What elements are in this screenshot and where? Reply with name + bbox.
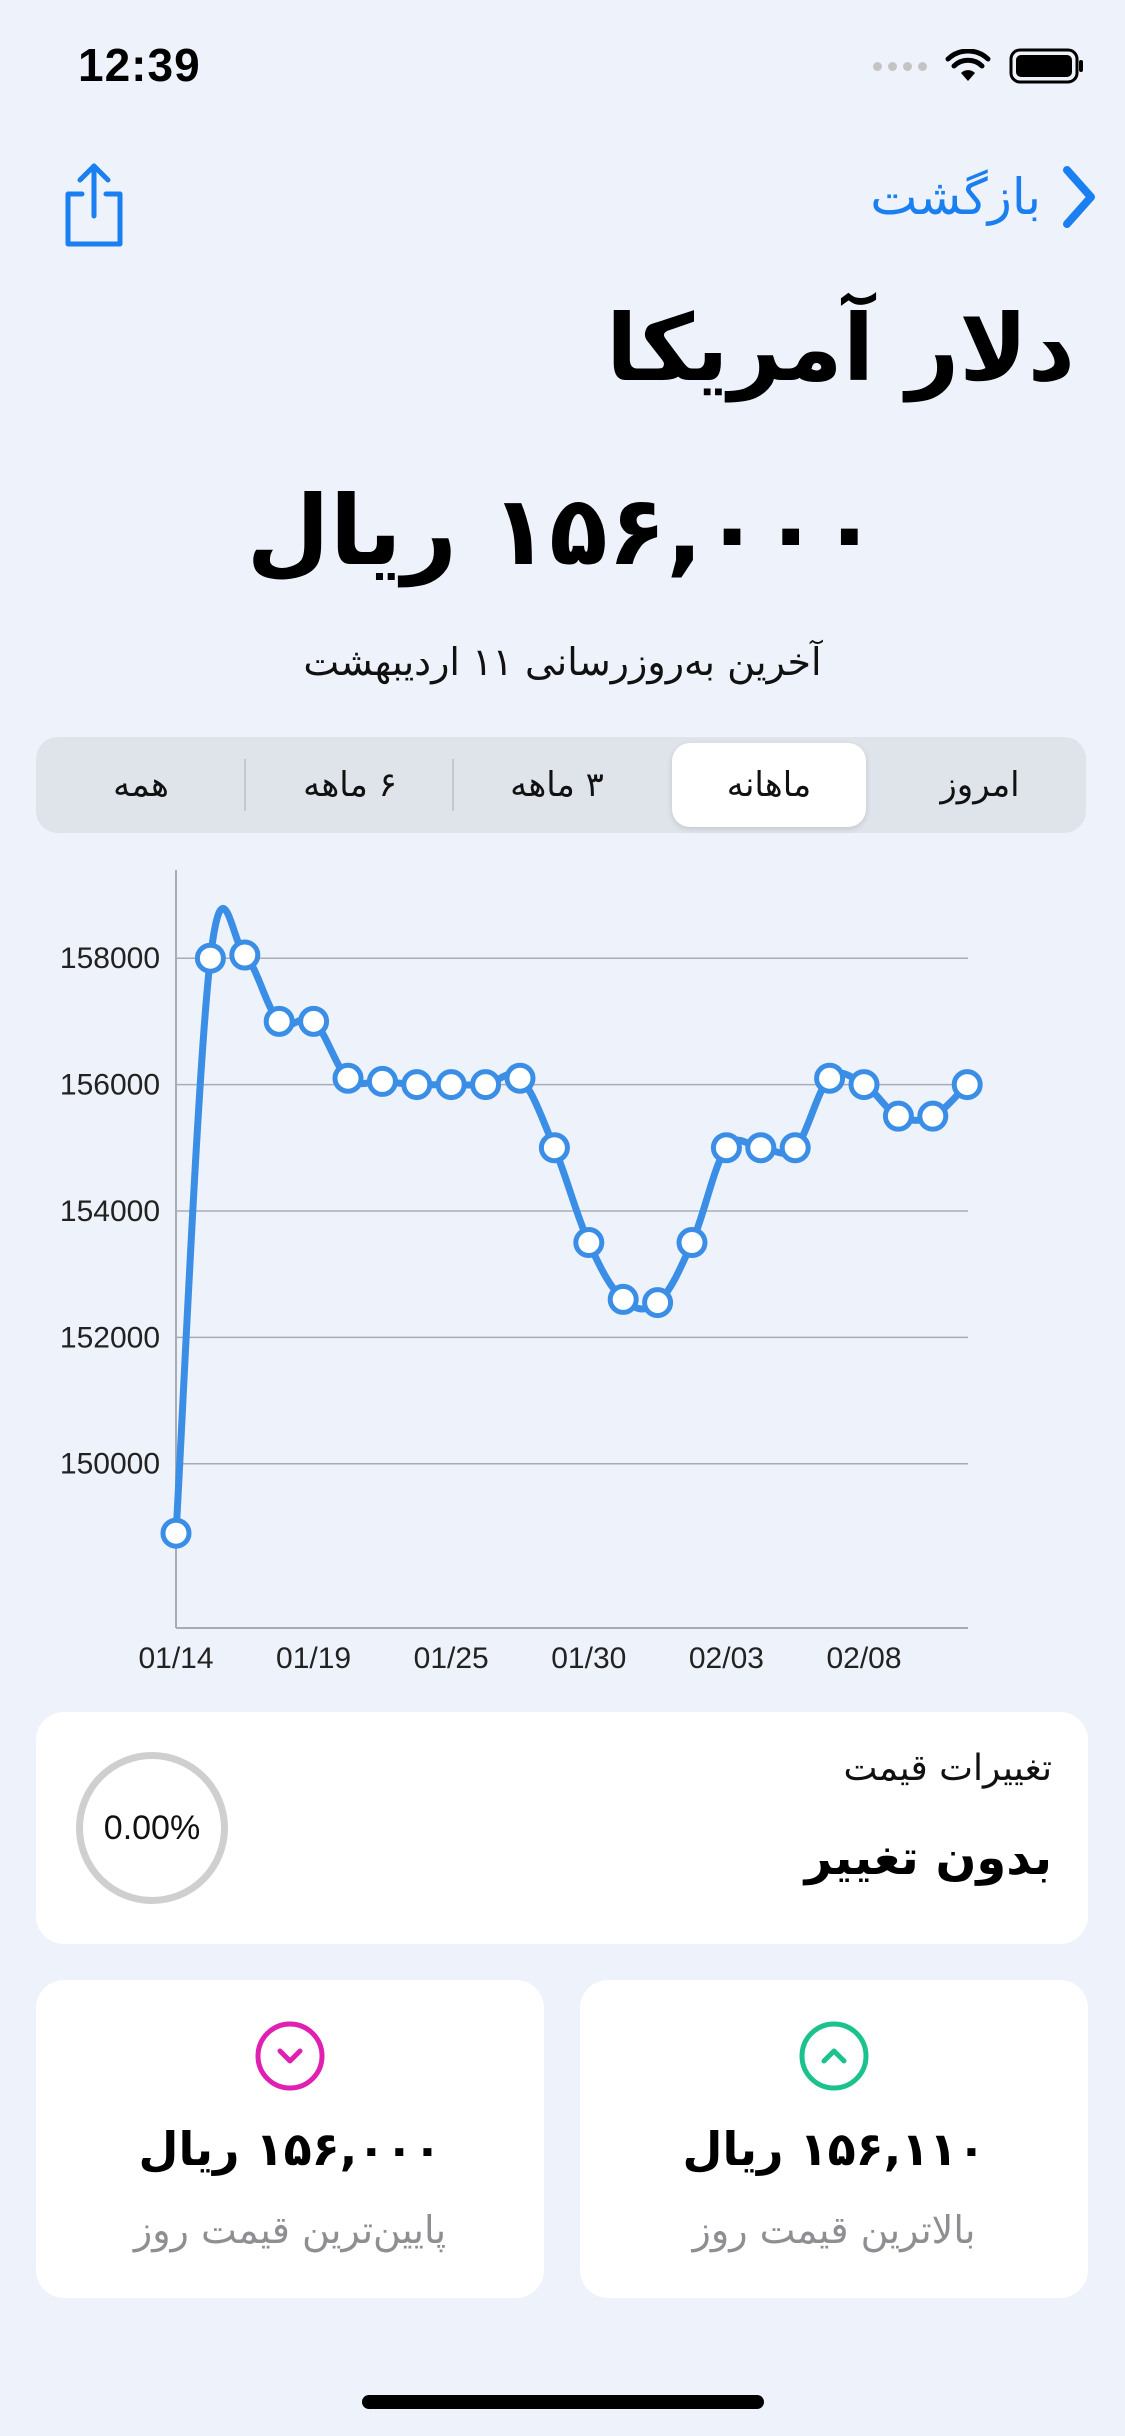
- x-tick-label: 01/25: [414, 1642, 489, 1675]
- day-low-value: ۱۵۶,۰۰۰ ریال: [138, 2122, 442, 2176]
- price-change-card: تغییرات قیمت بدون تغییر 0.00%: [36, 1712, 1088, 1944]
- chevron-up-circle-icon: [799, 2021, 869, 2091]
- segment-divider: [244, 759, 246, 811]
- data-point: [642, 1287, 674, 1319]
- day-low-label: پایین‌ترین قیمت روز: [133, 2208, 447, 2252]
- price-change-title: تغییرات قیمت: [843, 1748, 1052, 1789]
- day-high-label: بالاترین قیمت روز: [692, 2208, 976, 2252]
- status-bar: 12:39: [0, 0, 1125, 140]
- cellular-signal-icon: [873, 61, 927, 71]
- status-icons: [873, 48, 1085, 84]
- page-title: دلار آمریکا: [605, 295, 1075, 402]
- price-change-percent-ring: 0.00%: [76, 1752, 228, 1904]
- home-indicator: [362, 2395, 764, 2409]
- y-tick-label: 156000: [60, 1069, 160, 1102]
- wifi-icon: [945, 49, 991, 81]
- data-point: [401, 1069, 433, 1101]
- share-icon: [65, 163, 123, 247]
- data-point: [779, 1132, 811, 1164]
- segment-3-months[interactable]: ۳ ماهه: [460, 743, 654, 827]
- price-change-percent: 0.00%: [103, 1808, 201, 1847]
- data-point: [263, 1005, 295, 1037]
- x-tick-label: 01/30: [551, 1642, 626, 1675]
- back-label: بازگشت: [870, 168, 1041, 226]
- data-point: [229, 939, 261, 971]
- data-point: [917, 1100, 949, 1132]
- current-price: ۱۵۶,۰۰۰ ریال: [246, 475, 879, 587]
- segment-monthly[interactable]: ماهانه: [672, 743, 866, 827]
- x-tick-label: 02/03: [689, 1642, 764, 1675]
- price-chart: 158000 156000 154000 152000 150000 01/14 01/19…: [0, 865, 1125, 1700]
- day-high-card: ۱۵۶,۱۱۰ ریال بالاترین قیمت روز: [580, 1980, 1088, 2298]
- segment-divider: [452, 759, 454, 811]
- data-point: [848, 1069, 880, 1101]
- data-point: [745, 1132, 777, 1164]
- share-button[interactable]: [58, 160, 130, 250]
- data-point: [676, 1227, 708, 1259]
- x-tick-label: 02/08: [826, 1642, 901, 1675]
- x-tick-label: 01/19: [276, 1642, 351, 1675]
- data-point: [814, 1062, 846, 1094]
- data-point: [160, 1517, 192, 1549]
- y-tick-label: 154000: [60, 1195, 160, 1228]
- y-tick-label: 152000: [60, 1321, 160, 1354]
- x-tick-label: 01/14: [138, 1642, 213, 1675]
- data-point: [951, 1069, 983, 1101]
- segment-all[interactable]: همه: [46, 743, 236, 827]
- y-tick-label: 150000: [60, 1448, 160, 1481]
- series-line: [172, 905, 970, 1534]
- data-point: [298, 1005, 330, 1037]
- data-point: [332, 1062, 364, 1094]
- time-range-segmented-control: همه ۶ ماهه ۳ ماهه ماهانه امروز: [36, 737, 1086, 833]
- data-point: [470, 1069, 502, 1101]
- segment-6-months[interactable]: ۶ ماهه: [252, 743, 448, 827]
- status-time: 12:39: [78, 39, 201, 91]
- data-point: [710, 1132, 742, 1164]
- data-point: [435, 1069, 467, 1101]
- data-point: [538, 1132, 570, 1164]
- chevron-right-icon: [1063, 166, 1095, 228]
- navigation-bar: بازگشت: [0, 150, 1125, 260]
- price-line-chart: 158000 156000 154000 152000 150000 01/14 01/19…: [60, 865, 983, 1675]
- chevron-down-circle-icon: [255, 2021, 325, 2091]
- day-low-card: ۱۵۶,۰۰۰ ریال پایین‌ترین قیمت روز: [36, 1980, 544, 2298]
- data-point: [607, 1283, 639, 1315]
- data-point: [882, 1100, 914, 1132]
- back-button[interactable]: بازگشت: [870, 164, 1099, 230]
- y-tick-label: 158000: [60, 942, 160, 975]
- price-change-status: بدون تغییر: [804, 1830, 1052, 1886]
- segment-today[interactable]: امروز: [882, 743, 1078, 827]
- data-point: [194, 942, 226, 974]
- data-point: [504, 1062, 536, 1094]
- last-updated-text: آخرین به‌روزرسانی ۱۱ اردیبهشت: [303, 640, 822, 684]
- battery-icon: [1009, 48, 1083, 84]
- data-point: [366, 1065, 398, 1097]
- day-high-value: ۱۵۶,۱۱۰ ریال: [682, 2122, 986, 2176]
- data-point: [573, 1227, 605, 1259]
